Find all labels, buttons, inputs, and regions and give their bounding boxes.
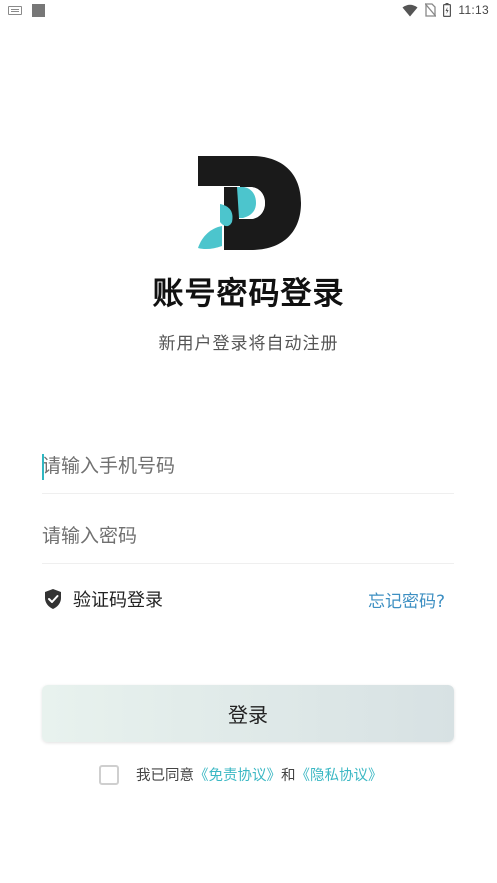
square-icon — [32, 4, 45, 17]
verify-code-login-label: 验证码登录 — [73, 590, 163, 611]
password-field-container — [42, 514, 454, 564]
text-cursor — [42, 454, 44, 480]
agreement-checkbox[interactable] — [99, 764, 119, 785]
status-bar-right: 11:13 — [402, 3, 489, 17]
agreement-row: 我已同意 《免责协议》 和 《隐私协议》 — [99, 764, 383, 785]
login-button[interactable]: 登录 — [42, 685, 454, 742]
wifi-icon — [402, 4, 418, 16]
no-sim-icon — [425, 3, 437, 17]
status-bar-left — [8, 4, 45, 17]
page-subtitle: 新用户登录将自动注册 — [158, 334, 339, 354]
keyboard-icon — [8, 6, 22, 15]
phone-input[interactable] — [42, 444, 454, 488]
privacy-link[interactable]: 《隐私协议》 — [296, 764, 383, 785]
shield-check-icon — [45, 589, 61, 609]
status-bar: 11:13 — [0, 0, 497, 22]
page-title: 账号密码登录 — [152, 276, 345, 312]
forgot-password-link[interactable]: 忘记密码? — [368, 587, 445, 612]
terms-link[interactable]: 《免责协议》 — [194, 764, 281, 785]
battery-icon — [443, 3, 452, 17]
status-time: 11:13 — [458, 3, 489, 17]
agreement-prefix: 我已同意 — [136, 768, 194, 784]
verify-code-login-toggle[interactable]: 验证码登录 — [43, 586, 163, 612]
password-input[interactable] — [42, 514, 454, 558]
app-logo — [198, 156, 301, 250]
phone-field-container — [42, 444, 454, 494]
agreement-and: 和 — [281, 768, 296, 784]
